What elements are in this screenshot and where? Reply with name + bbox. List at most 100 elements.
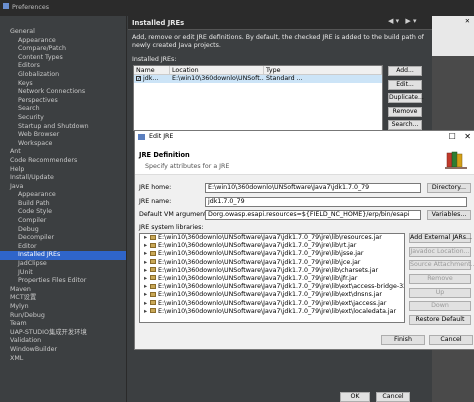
- table-row[interactable]: ✓ jdk... E:\win10\360downlo\UNSoft... St…: [134, 75, 382, 83]
- remove-library-button[interactable]: Remove: [409, 274, 471, 284]
- tree-item[interactable]: Security: [0, 114, 126, 123]
- close-icon[interactable]: ✕: [465, 18, 470, 25]
- tree-item[interactable]: Web Browser: [0, 131, 126, 140]
- down-button[interactable]: Down: [409, 301, 471, 311]
- back-icon[interactable]: ◀ ▾: [388, 17, 399, 25]
- tree-item[interactable]: Globalization: [0, 71, 126, 80]
- source-attachment-button[interactable]: Source Attachment...: [409, 260, 474, 270]
- preferences-titlebar: Preferences: [0, 0, 474, 16]
- jar-icon: [150, 283, 156, 289]
- tree-item[interactable]: Startup and Shutdown: [0, 123, 126, 132]
- tree-item[interactable]: Network Connections: [0, 88, 126, 97]
- cancel-button[interactable]: Cancel: [376, 392, 410, 402]
- installed-jres-label: Installed JREs:: [132, 56, 177, 63]
- system-libraries-list[interactable]: ▸ E:\win10\360downlo\UNSoftware\Java7\jdk…: [139, 233, 405, 323]
- duplicate-button[interactable]: Duplicate...: [388, 93, 424, 103]
- up-button[interactable]: Up: [409, 288, 471, 298]
- tree-item[interactable]: JadClipse: [0, 260, 126, 269]
- tree-item[interactable]: Ant: [0, 148, 126, 157]
- tree-item[interactable]: Mylyn: [0, 303, 126, 312]
- nav-arrows[interactable]: ◀ ▾ ▶ ▾: [388, 17, 416, 25]
- jre-home-label: JRE home:: [139, 184, 172, 191]
- tree-item[interactable]: Java: [0, 183, 126, 192]
- preferences-tree[interactable]: General Appearance Compare/Patch Content Ty…: [0, 16, 127, 402]
- tree-item[interactable]: Search: [0, 105, 126, 114]
- list-item[interactable]: ▸ E:\win10\360downlo\UNSoftware\Java7\jdk…: [140, 242, 404, 250]
- list-item[interactable]: ▸ E:\win10\360downlo\UNSoftware\Java7\jdk…: [140, 283, 404, 291]
- tree-item[interactable]: Decompiler: [0, 234, 126, 243]
- forward-icon[interactable]: ▶ ▾: [405, 17, 416, 25]
- jar-icon: [150, 291, 156, 297]
- tree-item[interactable]: Install/Update: [0, 174, 126, 183]
- library-path: E:\win10\360downlo\UNSoftware\Java7\jdk1…: [158, 242, 357, 250]
- tree-item[interactable]: Keys: [0, 80, 126, 89]
- maximize-icon[interactable]: ☐: [449, 132, 456, 141]
- tree-item[interactable]: Perspectives: [0, 97, 126, 106]
- list-item[interactable]: ▸ E:\win10\360downlo\UNSoftware\Java7\jdk…: [140, 259, 404, 267]
- tree-item[interactable]: Code Recommenders: [0, 157, 126, 166]
- jre-name-input[interactable]: jdk1.7.0_79: [205, 197, 467, 207]
- add-button[interactable]: Add...: [388, 66, 422, 76]
- javadoc-location-button[interactable]: Javadoc Location...: [409, 247, 471, 257]
- dialog-cancel-button[interactable]: Cancel: [429, 335, 473, 345]
- tree-item[interactable]: Debug: [0, 226, 126, 235]
- search-button[interactable]: Search...: [388, 120, 422, 130]
- edit-button[interactable]: Edit...: [388, 80, 422, 90]
- tree-item[interactable]: Appearance: [0, 191, 126, 200]
- tree-item[interactable]: UAP-STUDIO集成开发环境: [0, 329, 126, 338]
- list-item[interactable]: ▸ E:\win10\360downlo\UNSoftware\Java7\jdk…: [140, 275, 404, 283]
- restore-default-button[interactable]: Restore Default: [409, 315, 471, 325]
- library-path: E:\win10\360downlo\UNSoftware\Java7\jdk1…: [158, 274, 358, 282]
- jre-type-cell: Standard ...: [266, 75, 303, 82]
- close-icon[interactable]: ✕: [464, 132, 471, 141]
- list-item[interactable]: ▸ E:\win10\360downlo\UNSoftware\Java7\jdk…: [140, 267, 404, 275]
- add-external-jars-button[interactable]: Add External JARs...: [409, 233, 472, 243]
- tree-item[interactable]: Appearance: [0, 37, 126, 46]
- tree-item[interactable]: Help: [0, 166, 126, 175]
- variables-button[interactable]: Variables...: [427, 210, 471, 220]
- jar-icon: [150, 267, 156, 273]
- tree-item[interactable]: Compiler: [0, 217, 126, 226]
- list-item[interactable]: ▸ E:\win10\360downlo\UNSoftware\Java7\jdk…: [140, 291, 404, 299]
- directory-button[interactable]: Directory...: [427, 183, 471, 193]
- jar-icon: [150, 308, 156, 314]
- dialog-icon: [138, 134, 145, 140]
- tree-item[interactable]: Run/Debug: [0, 312, 126, 321]
- vm-args-input[interactable]: Dorg.owasp.esapi.resources=${FIELD_NC_HO…: [205, 210, 421, 220]
- tree-item[interactable]: Properties Files Editor: [0, 277, 126, 286]
- tree-item[interactable]: Content Types: [0, 54, 126, 63]
- column-location[interactable]: Location: [170, 66, 264, 75]
- page-description: Add, remove or edit JRE definitions. By …: [132, 34, 424, 49]
- tree-item[interactable]: Compare/Patch: [0, 45, 126, 54]
- page-title: Installed JREs: [132, 19, 185, 27]
- jre-home-input[interactable]: E:\win10\360downlo\UNSoftware\Java7\jdk1…: [205, 183, 421, 193]
- tree-item[interactable]: General: [0, 28, 126, 37]
- library-path: E:\win10\360downlo\UNSoftware\Java7\jdk1…: [158, 299, 387, 307]
- tree-item[interactable]: Workspace: [0, 140, 126, 149]
- tree-item[interactable]: Editors: [0, 62, 126, 71]
- jar-icon: [150, 275, 156, 281]
- remove-button[interactable]: Remove: [388, 107, 422, 117]
- tree-item[interactable]: Build Path: [0, 200, 126, 209]
- list-item[interactable]: ▸ E:\win10\360downlo\UNSoftware\Java7\jdk…: [140, 234, 404, 242]
- list-item[interactable]: ▸ E:\win10\360downlo\UNSoftware\Java7\jdk…: [140, 300, 404, 308]
- tree-item[interactable]: Team: [0, 320, 126, 329]
- column-type[interactable]: Type: [264, 66, 382, 75]
- list-item[interactable]: ▸ E:\win10\360downlo\UNSoftware\Java7\jdk…: [140, 308, 404, 316]
- installed-jres-table[interactable]: Name Location Type ✓ jdk... E:\win10\360…: [133, 65, 383, 131]
- tree-item[interactable]: WindowBuilder: [0, 346, 126, 355]
- list-item[interactable]: ▸ E:\win10\360downlo\UNSoftware\Java7\jdk…: [140, 250, 404, 258]
- ok-button[interactable]: OK: [340, 392, 370, 402]
- tree-item[interactable]: XML: [0, 355, 126, 364]
- checkbox-icon[interactable]: ✓: [136, 75, 141, 81]
- tree-item[interactable]: JUnit: [0, 269, 126, 278]
- library-path: E:\win10\360downlo\UNSoftware\Java7\jdk1…: [158, 283, 405, 291]
- definition-title: JRE Definition: [139, 151, 190, 159]
- tree-item[interactable]: MCT设置: [0, 294, 126, 303]
- tree-item[interactable]: Validation: [0, 337, 126, 346]
- column-name[interactable]: Name: [134, 66, 170, 75]
- tree-item[interactable]: Installed JREs: [0, 251, 126, 261]
- finish-button[interactable]: Finish: [381, 335, 425, 345]
- tree-item[interactable]: Editor: [0, 243, 126, 252]
- tree-item[interactable]: Code Style: [0, 208, 126, 217]
